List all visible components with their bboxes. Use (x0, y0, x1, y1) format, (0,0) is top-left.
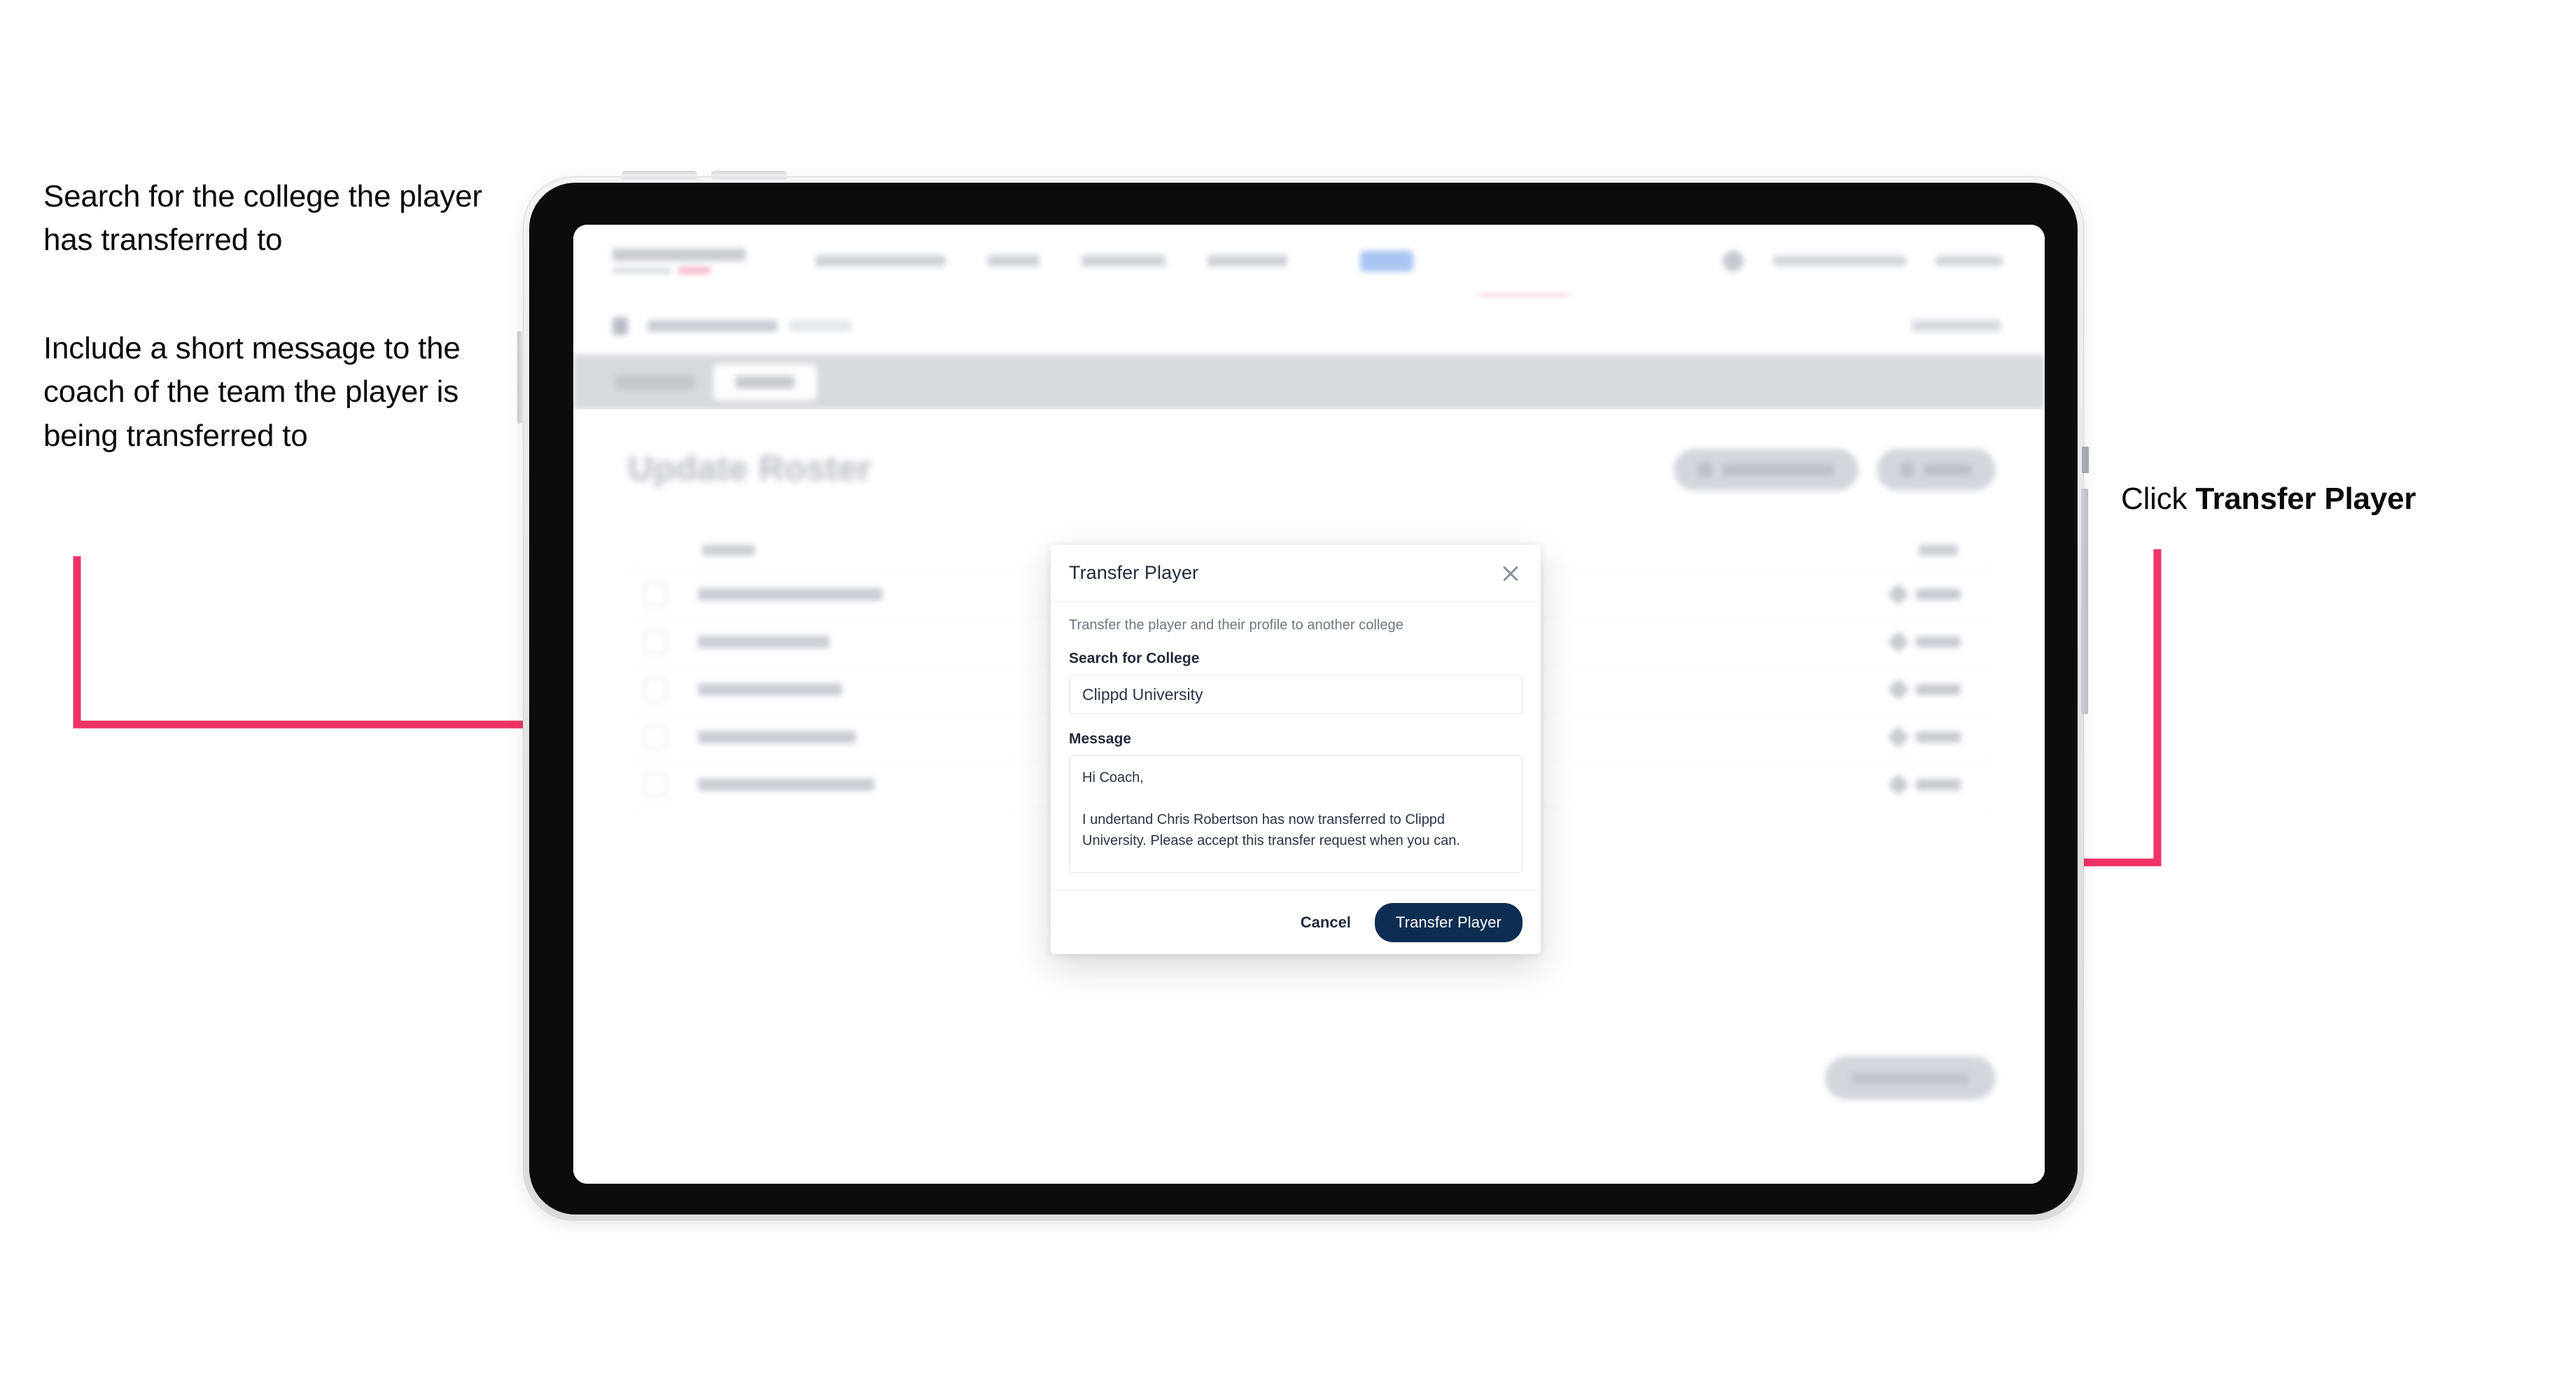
breadcrumb-cancel-link[interactable] (1912, 320, 2001, 332)
column-header-name (702, 544, 755, 556)
sign-out-link[interactable] (1935, 255, 2003, 266)
avatar[interactable] (1723, 250, 1744, 272)
tablet-screen: Update Roster Transfer Player Transfer t… (573, 225, 2045, 1184)
row-actions (1887, 773, 1961, 796)
brand-logo[interactable] (612, 248, 752, 274)
brand-wordmark (612, 248, 746, 261)
annotation-include-message: Include a short message to the coach of … (43, 331, 461, 453)
cancel-button[interactable]: Cancel (1298, 908, 1354, 937)
row-checkbox[interactable] (643, 724, 667, 749)
left-side-button[interactable] (517, 331, 524, 424)
brand-subtitle (612, 267, 752, 274)
dialog-body: Transfer the player and their profile to… (1051, 602, 1541, 890)
tablet-device-frame: Update Roster Transfer Player Transfer t… (517, 171, 2089, 1220)
dialog-title: Transfer Player (1069, 562, 1199, 583)
nav-item-analytics[interactable] (1208, 255, 1287, 267)
tab-roster-label (736, 376, 794, 388)
right-side-rail (2081, 489, 2088, 714)
column-header-edit (1919, 544, 1958, 556)
row-edit-link[interactable] (1916, 683, 1961, 695)
nav-item-admin[interactable] (1360, 250, 1413, 272)
search-college-input[interactable]: Clippd University (1069, 675, 1522, 714)
field-spacer (1069, 714, 1522, 731)
brand-sub-text (612, 267, 671, 274)
row-player-name (698, 635, 830, 648)
row-player-name (698, 682, 842, 696)
close-icon[interactable] (1499, 561, 1522, 585)
row-player-name (698, 730, 856, 743)
row-edit-link[interactable] (1916, 778, 1961, 790)
pencil-icon (1887, 582, 1910, 606)
breadcrumb-primary[interactable] (648, 320, 778, 332)
row-edit-link[interactable] (1916, 588, 1961, 600)
dialog-footer: Cancel Transfer Player (1051, 890, 1541, 954)
power-button[interactable] (2082, 447, 2089, 473)
transfer-icon (1698, 462, 1713, 477)
user-email-label (1773, 255, 1906, 266)
row-edit-link[interactable] (1916, 636, 1961, 648)
row-actions (1887, 630, 1961, 653)
annotation-right-bold: Transfer Player (2195, 482, 2416, 516)
add-player-label (1924, 463, 1972, 476)
nav-item-teams[interactable] (988, 255, 1040, 267)
message-label: Message (1069, 731, 1132, 747)
pencil-icon (1887, 773, 1910, 796)
nav-item-sessions[interactable] (1082, 255, 1166, 267)
dialog-header: Transfer Player (1051, 545, 1541, 602)
pencil-icon (1887, 630, 1910, 653)
breadcrumb-bar (573, 298, 2045, 355)
brand-sub-accent (678, 267, 710, 274)
row-actions (1887, 725, 1961, 748)
row-player-name (698, 587, 883, 601)
message-textarea[interactable]: Hi Coach, I undertand Chris Robertson ha… (1069, 755, 1522, 873)
save-roster-changes-label (1851, 1072, 1969, 1084)
dialog-description: Transfer the player and their profile to… (1069, 617, 1404, 633)
volume-down-button[interactable] (711, 171, 787, 179)
nav-right-cluster (1723, 250, 2003, 272)
pencil-icon (1887, 678, 1910, 701)
row-edit-link[interactable] (1916, 731, 1961, 743)
tab-strip (573, 355, 2045, 410)
search-college-label: Search for College (1069, 650, 1200, 666)
tab-roster[interactable] (713, 364, 817, 400)
add-player-button[interactable] (1877, 449, 1996, 491)
save-roster-changes-button[interactable] (1825, 1056, 1996, 1100)
annotation-right-prefix: Click (2121, 482, 2196, 516)
tablet-bezel: Update Roster Transfer Player Transfer t… (529, 183, 2078, 1214)
volume-up-button[interactable] (622, 171, 697, 179)
request-player-transfer-button[interactable] (1674, 449, 1858, 491)
breadcrumb-icon (612, 316, 628, 335)
row-checkbox[interactable] (643, 582, 667, 606)
row-checkbox[interactable] (643, 629, 667, 654)
row-checkbox[interactable] (643, 772, 667, 797)
tab-details[interactable] (615, 375, 695, 389)
request-transfer-label (1722, 463, 1835, 476)
plus-icon (1900, 462, 1914, 477)
annotation-search-college: Search for the college the player has tr… (43, 179, 482, 258)
header-actions (1674, 449, 1996, 491)
nav-links (816, 250, 1413, 272)
annotation-click-transfer: Click Transfer Player (2121, 477, 2555, 521)
row-actions (1887, 678, 1961, 701)
breadcrumb-secondary (789, 320, 852, 332)
page-title: Update Roster (628, 449, 872, 488)
nav-item-tournaments[interactable] (816, 255, 946, 267)
pencil-icon (1887, 725, 1910, 748)
row-checkbox[interactable] (643, 677, 667, 701)
transfer-player-button[interactable]: Transfer Player (1374, 902, 1522, 942)
top-navigation-bar (573, 225, 2045, 298)
screenshot-stage: Search for the college the player has tr… (0, 0, 2576, 1386)
transfer-player-dialog: Transfer Player Transfer the player and … (1051, 545, 1541, 954)
row-actions (1887, 582, 1961, 606)
row-player-name (698, 778, 874, 791)
